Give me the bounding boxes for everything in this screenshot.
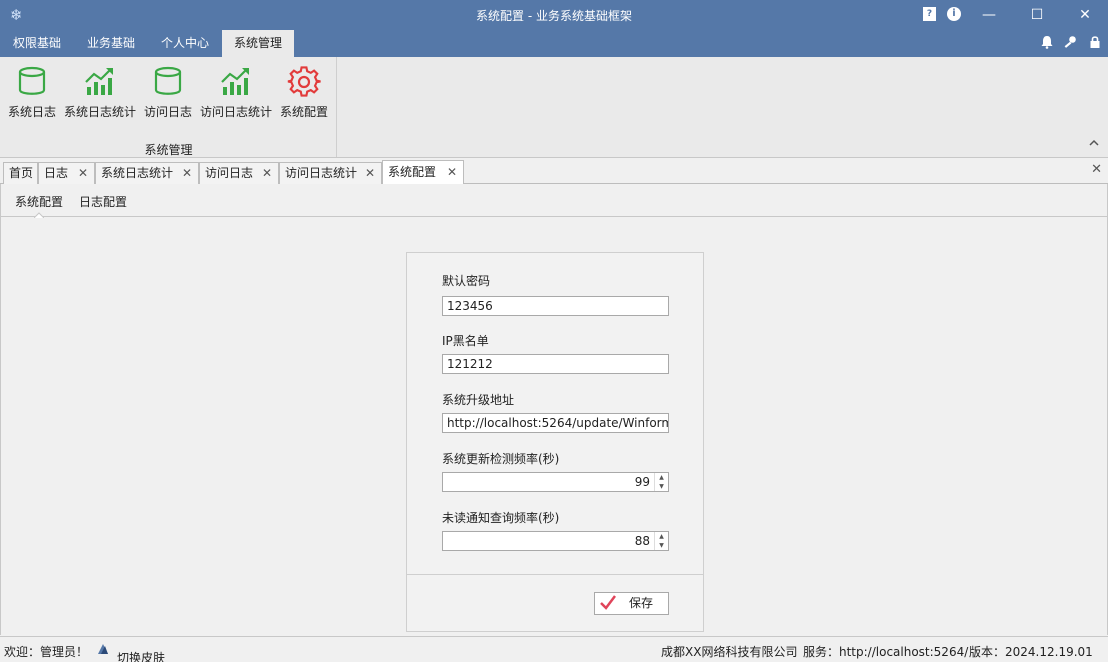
doc-tab-label: 系统配置 <box>388 165 437 179</box>
unread-notice-stepper[interactable]: 88 ▲ ▼ <box>442 531 669 551</box>
maximize-button[interactable]: ☐ <box>1014 0 1060 30</box>
gear-icon <box>287 66 321 97</box>
config-form: 默认密码 123456 IP黑名单 121212 系统升级地址 http://l… <box>406 252 704 632</box>
service-text: 服务：http://localhost:5264/ <box>803 645 969 659</box>
doc-tab-system-config[interactable]: 系统配置 ✕ <box>382 160 464 185</box>
ribbon: 系统日志 系统日志统计 访问日志 访问日志统计 系统配置 系统管理 <box>0 57 1108 158</box>
ribbon-group-label: 系统管理 <box>144 143 193 157</box>
sub-tab-system-config[interactable]: 系统配置 <box>15 193 63 210</box>
spin-arrows-icon[interactable]: ▲ ▼ <box>654 473 668 491</box>
sub-tab-log-config[interactable]: 日志配置 <box>79 193 127 210</box>
save-button-label: 保存 <box>629 596 654 610</box>
title-bar: ❄ 系统配置 - 业务系统基础框架 ? i — ☐ ✕ <box>0 0 1108 30</box>
chevron-down-icon: ⌄ <box>117 649 125 659</box>
close-tab-icon[interactable]: ✕ <box>182 163 192 183</box>
unread-notice-value: 88 <box>634 534 650 548</box>
content-area: 系统配置 日志配置 默认密码 123456 IP黑名单 121212 系统升级地… <box>0 184 1108 635</box>
ribbon-button-access-log[interactable]: 访问日志 <box>143 65 193 120</box>
company-text: 成都XX网络科技有限公司 <box>661 645 798 659</box>
bell-icon[interactable] <box>1039 35 1055 51</box>
doc-tab-label: 访问日志统计 <box>285 166 358 180</box>
ribbon-button-label: 系统日志统计 <box>63 105 136 119</box>
doc-tab-access-log-stats[interactable]: 访问日志统计 ✕ <box>279 162 382 184</box>
ribbon-button-access-log-stats[interactable]: 访问日志统计 <box>199 65 273 120</box>
info-icon[interactable]: i <box>947 7 961 21</box>
doc-tab-system-log-stats[interactable]: 系统日志统计 ✕ <box>95 162 199 184</box>
doc-tab-log[interactable]: 日志 ✕ <box>38 162 95 184</box>
lock-icon[interactable] <box>1087 35 1103 51</box>
doc-tab-label: 日志 <box>44 166 69 180</box>
menu-tab-personal[interactable]: 个人中心 <box>149 30 221 57</box>
status-bar: 欢迎：管理员！ 切换皮肤 ⌄ 成都XX网络科技有限公司 服务：http://lo… <box>0 636 1108 662</box>
key-icon[interactable] <box>1062 35 1078 51</box>
collapse-ribbon-icon[interactable] <box>1088 137 1100 149</box>
ribbon-group-system: 系统日志 系统日志统计 访问日志 访问日志统计 系统配置 系统管理 <box>0 57 337 157</box>
spin-arrows-icon[interactable]: ▲ ▼ <box>654 532 668 550</box>
menu-bar: 权限基础 业务基础 个人中心 系统管理 <box>0 30 1108 57</box>
ribbon-button-system-log[interactable]: 系统日志 <box>7 65 57 120</box>
window-title: 系统配置 - 业务系统基础框架 <box>476 9 632 23</box>
close-tab-icon[interactable]: ✕ <box>365 163 375 183</box>
update-check-label: 系统更新检测频率(秒) <box>442 452 560 466</box>
ip-blacklist-input[interactable]: 121212 <box>442 354 669 374</box>
chart-trend-icon <box>221 68 249 95</box>
close-tab-icon[interactable]: ✕ <box>447 161 457 183</box>
skin-icon <box>96 642 110 656</box>
ribbon-button-label: 访问日志统计 <box>199 105 272 119</box>
checkmark-icon <box>600 595 616 610</box>
upgrade-url-input[interactable]: http://localhost:5264/update/WinformU <box>442 413 669 433</box>
update-check-value: 99 <box>634 475 650 489</box>
menu-tab-business[interactable]: 业务基础 <box>75 30 147 57</box>
help-icon[interactable]: ? <box>923 7 936 21</box>
doc-tab-label: 首页 <box>9 166 34 180</box>
unread-notice-label: 未读通知查询频率(秒) <box>442 511 560 525</box>
sub-tabs: 系统配置 日志配置 <box>1 184 1107 218</box>
ribbon-button-label: 系统配置 <box>279 105 328 119</box>
close-tab-icon[interactable]: ✕ <box>262 163 272 183</box>
document-tabs: 首页 日志 ✕ 系统日志统计 ✕ 访问日志 ✕ 访问日志统计 ✕ 系统配置 ✕ … <box>0 158 1108 185</box>
close-all-docs-icon[interactable]: ✕ <box>1091 162 1102 177</box>
upgrade-url-label: 系统升级地址 <box>442 393 515 407</box>
default-password-label: 默认密码 <box>442 274 491 288</box>
close-window-button[interactable]: ✕ <box>1062 0 1108 30</box>
welcome-text: 欢迎：管理员！ <box>4 645 89 659</box>
doc-tab-label: 访问日志 <box>205 166 254 180</box>
close-tab-icon[interactable]: ✕ <box>78 163 88 183</box>
save-button[interactable]: 保存 <box>594 592 669 615</box>
doc-tab-label: 系统日志统计 <box>101 166 174 180</box>
version-text: 版本：2024.12.19.01 <box>969 645 1093 659</box>
default-password-input[interactable]: 123456 <box>442 296 669 316</box>
doc-tab-access-log[interactable]: 访问日志 ✕ <box>199 162 279 184</box>
ribbon-button-system-config[interactable]: 系统配置 <box>279 65 329 120</box>
update-check-stepper[interactable]: 99 ▲ ▼ <box>442 472 669 492</box>
minimize-button[interactable]: — <box>966 0 1012 30</box>
ribbon-button-label: 访问日志 <box>143 105 192 119</box>
form-divider <box>407 574 703 575</box>
ribbon-button-label: 系统日志 <box>7 105 56 119</box>
database-icon <box>154 66 182 95</box>
database-icon <box>18 66 46 95</box>
doc-tab-home[interactable]: 首页 <box>3 162 38 184</box>
active-tab-indicator <box>34 212 44 218</box>
menu-tab-permission[interactable]: 权限基础 <box>1 30 73 57</box>
chart-trend-icon <box>85 68 113 95</box>
ip-blacklist-label: IP黑名单 <box>442 334 489 348</box>
menu-tab-system[interactable]: 系统管理 <box>222 30 295 57</box>
ribbon-button-system-log-stats[interactable]: 系统日志统计 <box>63 65 137 120</box>
